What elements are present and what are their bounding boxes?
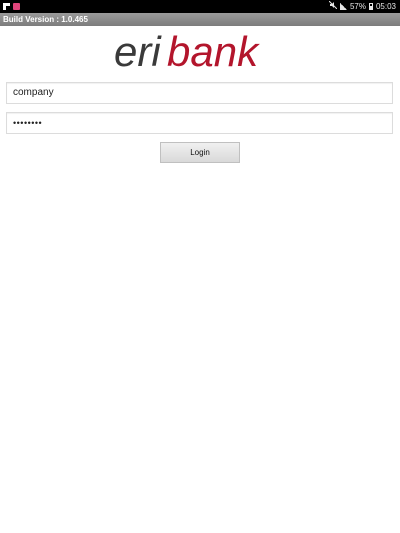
notification-icon (13, 3, 20, 10)
status-right: 57% 05:03 (328, 0, 396, 13)
password-field[interactable]: •••••••• (6, 112, 393, 134)
mute-icon (328, 0, 338, 13)
signal-icon (339, 3, 347, 10)
logo-text-bank: bank (167, 30, 260, 74)
flipboard-icon (3, 3, 10, 10)
login-button[interactable]: Login (160, 142, 240, 163)
status-left-icons (3, 0, 20, 13)
clock: 05:03 (375, 2, 396, 11)
status-bar: 57% 05:03 (0, 0, 400, 13)
battery-icon (368, 3, 373, 10)
logo-text-eri: eri (114, 30, 162, 74)
username-field[interactable]: company (6, 82, 393, 104)
build-version-bar: Build Version : 1.0.465 (0, 13, 400, 26)
eribank-logo: eri bank (0, 30, 400, 74)
battery-percent: 57% (349, 2, 366, 11)
